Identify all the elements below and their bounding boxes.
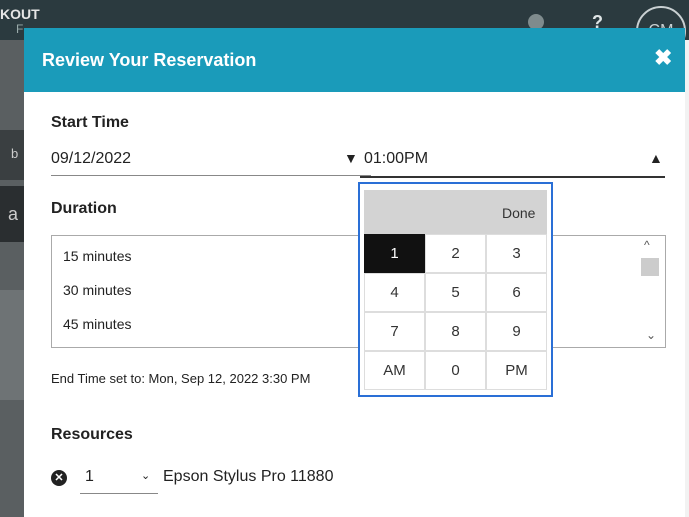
time-picker-header: Done bbox=[364, 190, 547, 234]
done-button[interactable]: Done bbox=[502, 205, 535, 221]
collapse-arrow-icon[interactable]: ▲ bbox=[649, 150, 663, 166]
dropdown-arrow-icon[interactable]: ▼ bbox=[344, 150, 358, 166]
keypad-key[interactable]: 3 bbox=[486, 234, 547, 273]
start-time-label: Start Time bbox=[51, 114, 129, 131]
duration-option[interactable]: 45 minutes bbox=[63, 316, 131, 332]
background-band bbox=[0, 290, 24, 400]
resource-name: Epson Stylus Pro 11880 bbox=[163, 468, 334, 485]
modal-title: Review Your Reservation bbox=[42, 50, 257, 70]
quantity-value: 1 bbox=[85, 468, 94, 485]
background-left-panel: b a bbox=[0, 40, 24, 517]
keypad-key[interactable]: 0 bbox=[425, 351, 486, 390]
scrollbar-thumb[interactable] bbox=[641, 258, 659, 276]
resources-label: Resources bbox=[51, 426, 133, 443]
chevron-down-icon: ⌄ bbox=[141, 470, 151, 482]
keypad-key-pm[interactable]: PM bbox=[486, 351, 547, 390]
start-date-field[interactable]: 09/12/2022 ▼ bbox=[51, 144, 371, 176]
background-band: b bbox=[0, 130, 24, 180]
close-button[interactable]: ✖ bbox=[654, 45, 672, 71]
keypad-key[interactable]: 1 bbox=[364, 234, 425, 273]
keypad-key[interactable]: 5 bbox=[425, 273, 486, 312]
start-time-field[interactable]: 01:00PM ▲ bbox=[360, 144, 665, 178]
background-right-edge bbox=[685, 40, 689, 517]
background-band: a bbox=[0, 186, 24, 242]
time-picker-popup: Done 1 2 3 4 5 6 7 8 9 AM 0 PM bbox=[358, 182, 553, 397]
modal-header: Review Your Reservation ✖ bbox=[24, 28, 685, 92]
keypad-key[interactable]: 6 bbox=[486, 273, 547, 312]
reservation-modal: Review Your Reservation ✖ Start Time 09/… bbox=[24, 28, 685, 517]
quantity-select[interactable]: 1 ⌄ bbox=[80, 464, 158, 494]
duration-label: Duration bbox=[51, 200, 117, 217]
keypad-key[interactable]: 7 bbox=[364, 312, 425, 351]
keypad-key[interactable]: 9 bbox=[486, 312, 547, 351]
remove-resource-icon[interactable]: ✕ bbox=[51, 470, 67, 486]
scroll-down-icon[interactable]: ⌄ bbox=[646, 328, 656, 342]
duration-option[interactable]: 30 minutes bbox=[63, 282, 131, 298]
keypad-key-am[interactable]: AM bbox=[364, 351, 425, 390]
background-letter: a bbox=[8, 204, 19, 224]
end-time-text: End Time set to: Mon, Sep 12, 2022 3:30 … bbox=[51, 371, 311, 386]
keypad-key[interactable]: 2 bbox=[425, 234, 486, 273]
keypad-key[interactable]: 8 bbox=[425, 312, 486, 351]
keypad-key[interactable]: 4 bbox=[364, 273, 425, 312]
start-date-value: 09/12/2022 bbox=[51, 150, 132, 167]
app-subtitle: F bbox=[16, 22, 24, 36]
background-letter: b bbox=[11, 146, 19, 161]
scroll-up-icon[interactable]: ^ bbox=[644, 238, 650, 252]
start-time-value: 01:00PM bbox=[364, 150, 429, 167]
app-logo: KOUT bbox=[0, 6, 40, 22]
duration-option[interactable]: 15 minutes bbox=[63, 248, 131, 264]
